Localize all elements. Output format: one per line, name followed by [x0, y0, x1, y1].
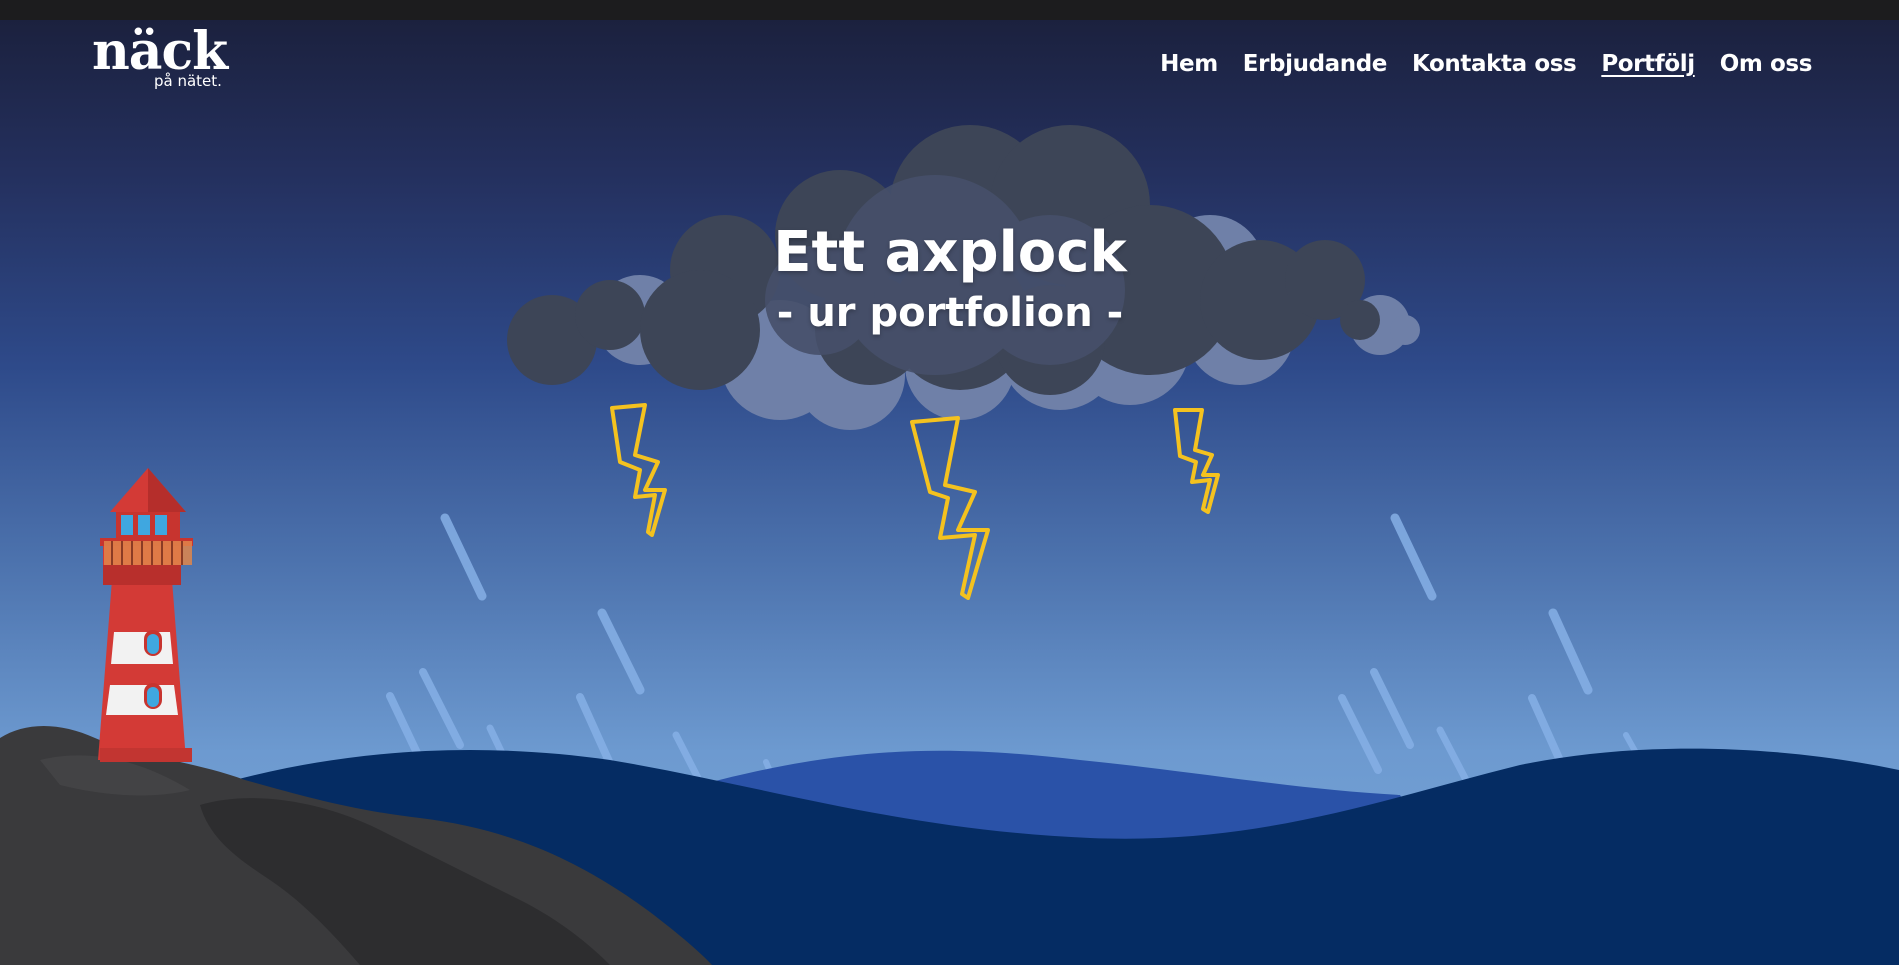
hero-subtitle: - ur portfolion -	[776, 290, 1124, 336]
storm-scene-illustration	[0, 125, 1899, 965]
lightning-bolts	[610, 403, 1220, 600]
logo[interactable]: näck på nätet.	[92, 22, 232, 92]
logo-tagline: på nätet.	[154, 72, 222, 90]
nav-link-portfolj[interactable]: Portfölj	[1601, 44, 1695, 84]
hero-title: Ett axplock	[773, 220, 1127, 285]
hero-heading: Ett axplock - ur portfolion -	[700, 218, 1200, 338]
lighthouse-illustration	[98, 468, 193, 762]
nav-link-om-oss[interactable]: Om oss	[1720, 44, 1813, 84]
nav-link-hem[interactable]: Hem	[1160, 44, 1218, 84]
main-nav: Hem Erbjudande Kontakta oss Portfölj Om …	[1160, 44, 1812, 84]
nav-link-kontakta-oss[interactable]: Kontakta oss	[1412, 44, 1577, 84]
rain-drops	[386, 513, 1643, 793]
nav-link-erbjudande[interactable]: Erbjudande	[1243, 44, 1388, 84]
